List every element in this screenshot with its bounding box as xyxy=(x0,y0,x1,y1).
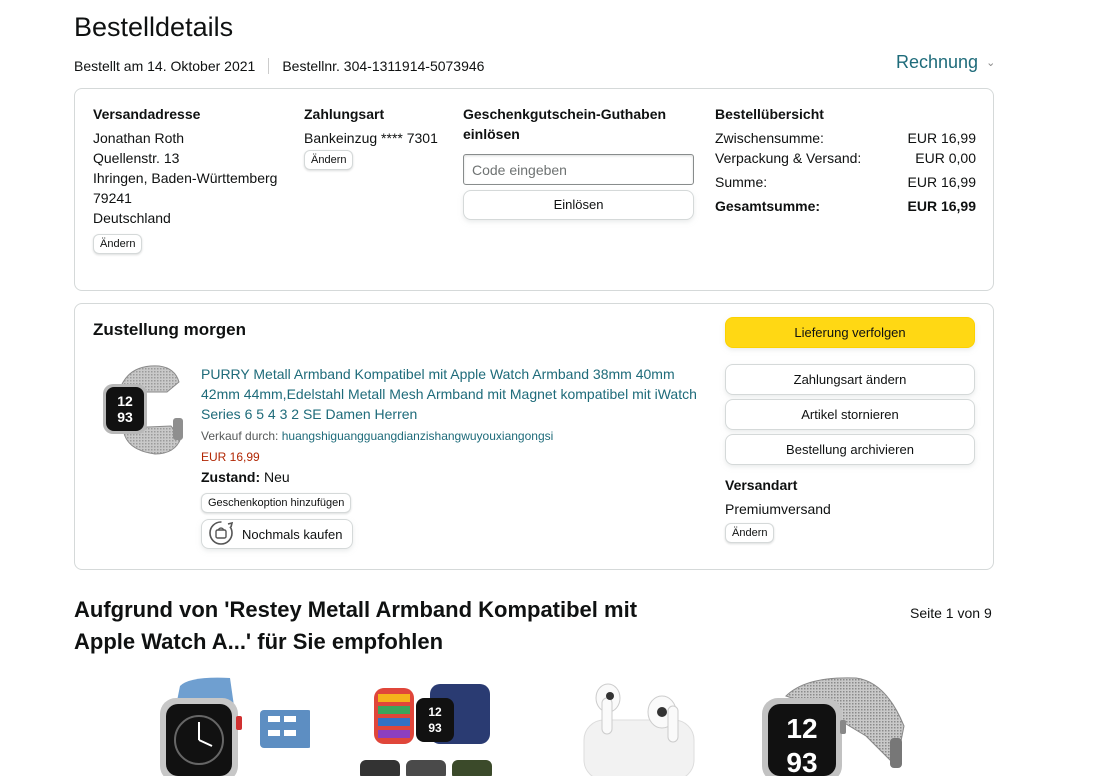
grand-total-row: Gesamtsumme: EUR 16,99 xyxy=(715,196,976,216)
recommended-product[interactable] xyxy=(150,676,310,776)
gift-code-input[interactable] xyxy=(463,154,694,185)
grand-total-label: Gesamtsumme: xyxy=(715,198,821,214)
change-payment-method-button[interactable]: Zahlungsart ändern xyxy=(725,364,975,395)
page-indicator: Seite 1 von 9 xyxy=(910,605,992,621)
address-line: Deutschland xyxy=(93,210,171,226)
payment-method: Bankeinzug **** 7301 xyxy=(304,130,438,146)
order-summary-box: Versandadresse Jonathan Roth Quellenstr.… xyxy=(74,88,994,291)
summary-row-value: EUR 0,00 xyxy=(915,150,976,166)
summary-row: Summe: EUR 16,99 xyxy=(715,172,976,192)
meta-divider xyxy=(268,58,270,74)
seller-prefix: Verkauf durch: xyxy=(201,429,282,443)
track-delivery-button[interactable]: Lieferung verfolgen xyxy=(725,317,975,348)
gift-card-section: Geschenkgutschein-Guthaben einlösen Einl… xyxy=(463,104,695,220)
change-shipping-type-button[interactable]: Ändern xyxy=(725,523,775,543)
summary-row: Verpackung & Versand: EUR 0,00 xyxy=(715,148,976,168)
chevron-down-icon: ⌄ xyxy=(986,57,996,69)
order-actions: Lieferung verfolgen Zahlungsart ändern A… xyxy=(725,317,976,543)
delivery-box: Zustellung morgen 12 93 PURRY Metall Arm… xyxy=(74,303,994,570)
product-condition: Zustand: Neu xyxy=(201,468,701,486)
change-address-button[interactable]: Ändern xyxy=(93,234,143,254)
seller-line: Verkauf durch: huangshiguangguangdianzis… xyxy=(201,428,701,444)
summary-row-value: EUR 16,99 xyxy=(907,174,976,190)
product-price: EUR 16,99 xyxy=(201,450,260,464)
recommended-product[interactable]: 12 93 xyxy=(356,676,516,776)
archive-order-button[interactable]: Bestellung archivieren xyxy=(725,434,975,465)
svg-text:12: 12 xyxy=(117,393,133,409)
buy-again-icon xyxy=(208,520,234,549)
order-meta: Bestellt am 14. Oktober 2021 Bestellnr. … xyxy=(74,58,484,74)
summary-row-label: Zwischensumme: xyxy=(715,130,824,146)
svg-text:93: 93 xyxy=(786,747,817,776)
cancel-item-button[interactable]: Artikel stornieren xyxy=(725,399,975,430)
address-line: Jonathan Roth xyxy=(93,130,185,146)
redeem-button[interactable]: Einlösen xyxy=(463,190,694,220)
buy-again-button[interactable]: Nochmals kaufen xyxy=(201,519,354,549)
svg-text:93: 93 xyxy=(428,721,442,735)
address-line: Ihringen, Baden-Württemberg xyxy=(93,170,278,186)
recommendations-title: Aufgrund von 'Restey Metall Armband Komp… xyxy=(74,597,638,654)
payment-section: Zahlungsart Bankeinzug **** 7301 Ändern xyxy=(304,104,454,170)
product-image[interactable]: 12 93 xyxy=(97,362,187,458)
payment-title: Zahlungsart xyxy=(304,106,385,122)
invoice-dropdown[interactable]: Rechnung ⌄ xyxy=(896,52,995,73)
change-payment-button[interactable]: Ändern xyxy=(304,150,354,170)
shipping-type-value: Premiumversand xyxy=(725,501,831,517)
buy-again-label: Nochmals kaufen xyxy=(242,526,343,542)
recommended-product[interactable] xyxy=(566,676,726,776)
svg-text:12: 12 xyxy=(786,713,817,744)
address-line: Quellenstr. 13 xyxy=(93,150,180,166)
summary-title: Bestellübersicht xyxy=(715,106,824,122)
svg-text:12: 12 xyxy=(428,705,442,719)
order-totals-section: Bestellübersicht Zwischensumme: EUR 16,9… xyxy=(715,104,976,216)
gift-card-title: Geschenkgutschein-Guthaben einlösen xyxy=(463,106,667,142)
seller-link[interactable]: huangshiguangguangdianzishangwuyouxiango… xyxy=(282,429,554,443)
summary-row-label: Verpackung & Versand: xyxy=(715,150,862,166)
condition-value: Neu xyxy=(264,469,290,485)
product-info: PURRY Metall Armband Kompatibel mit Appl… xyxy=(201,364,701,551)
delivery-title: Zustellung morgen xyxy=(93,320,246,339)
invoice-label: Rechnung xyxy=(896,52,979,72)
shipping-address-title: Versandadresse xyxy=(93,106,201,122)
summary-row-value: EUR 16,99 xyxy=(907,130,976,146)
summary-row: Zwischensumme: EUR 16,99 xyxy=(715,128,976,148)
grand-total-value: EUR 16,99 xyxy=(907,198,976,214)
shipping-type-title: Versandart xyxy=(725,477,798,493)
order-date: Bestellt am 14. Oktober 2021 xyxy=(74,58,256,74)
address-line: 79241 xyxy=(93,190,132,206)
svg-text:93: 93 xyxy=(117,409,133,425)
summary-row-label: Summe: xyxy=(715,174,768,190)
shipping-address-section: Versandadresse Jonathan Roth Quellenstr.… xyxy=(93,104,293,254)
recommended-product[interactable]: 12 93 xyxy=(756,676,916,776)
add-gift-option-button[interactable]: Geschenkoption hinzufügen xyxy=(201,493,352,513)
condition-label: Zustand: xyxy=(201,469,261,485)
product-title-link[interactable]: PURRY Metall Armband Kompatibel mit Appl… xyxy=(201,364,701,424)
order-number: Bestellnr. 304-1311914-5073946 xyxy=(282,58,485,74)
page-title: Bestelldetails xyxy=(74,12,234,42)
